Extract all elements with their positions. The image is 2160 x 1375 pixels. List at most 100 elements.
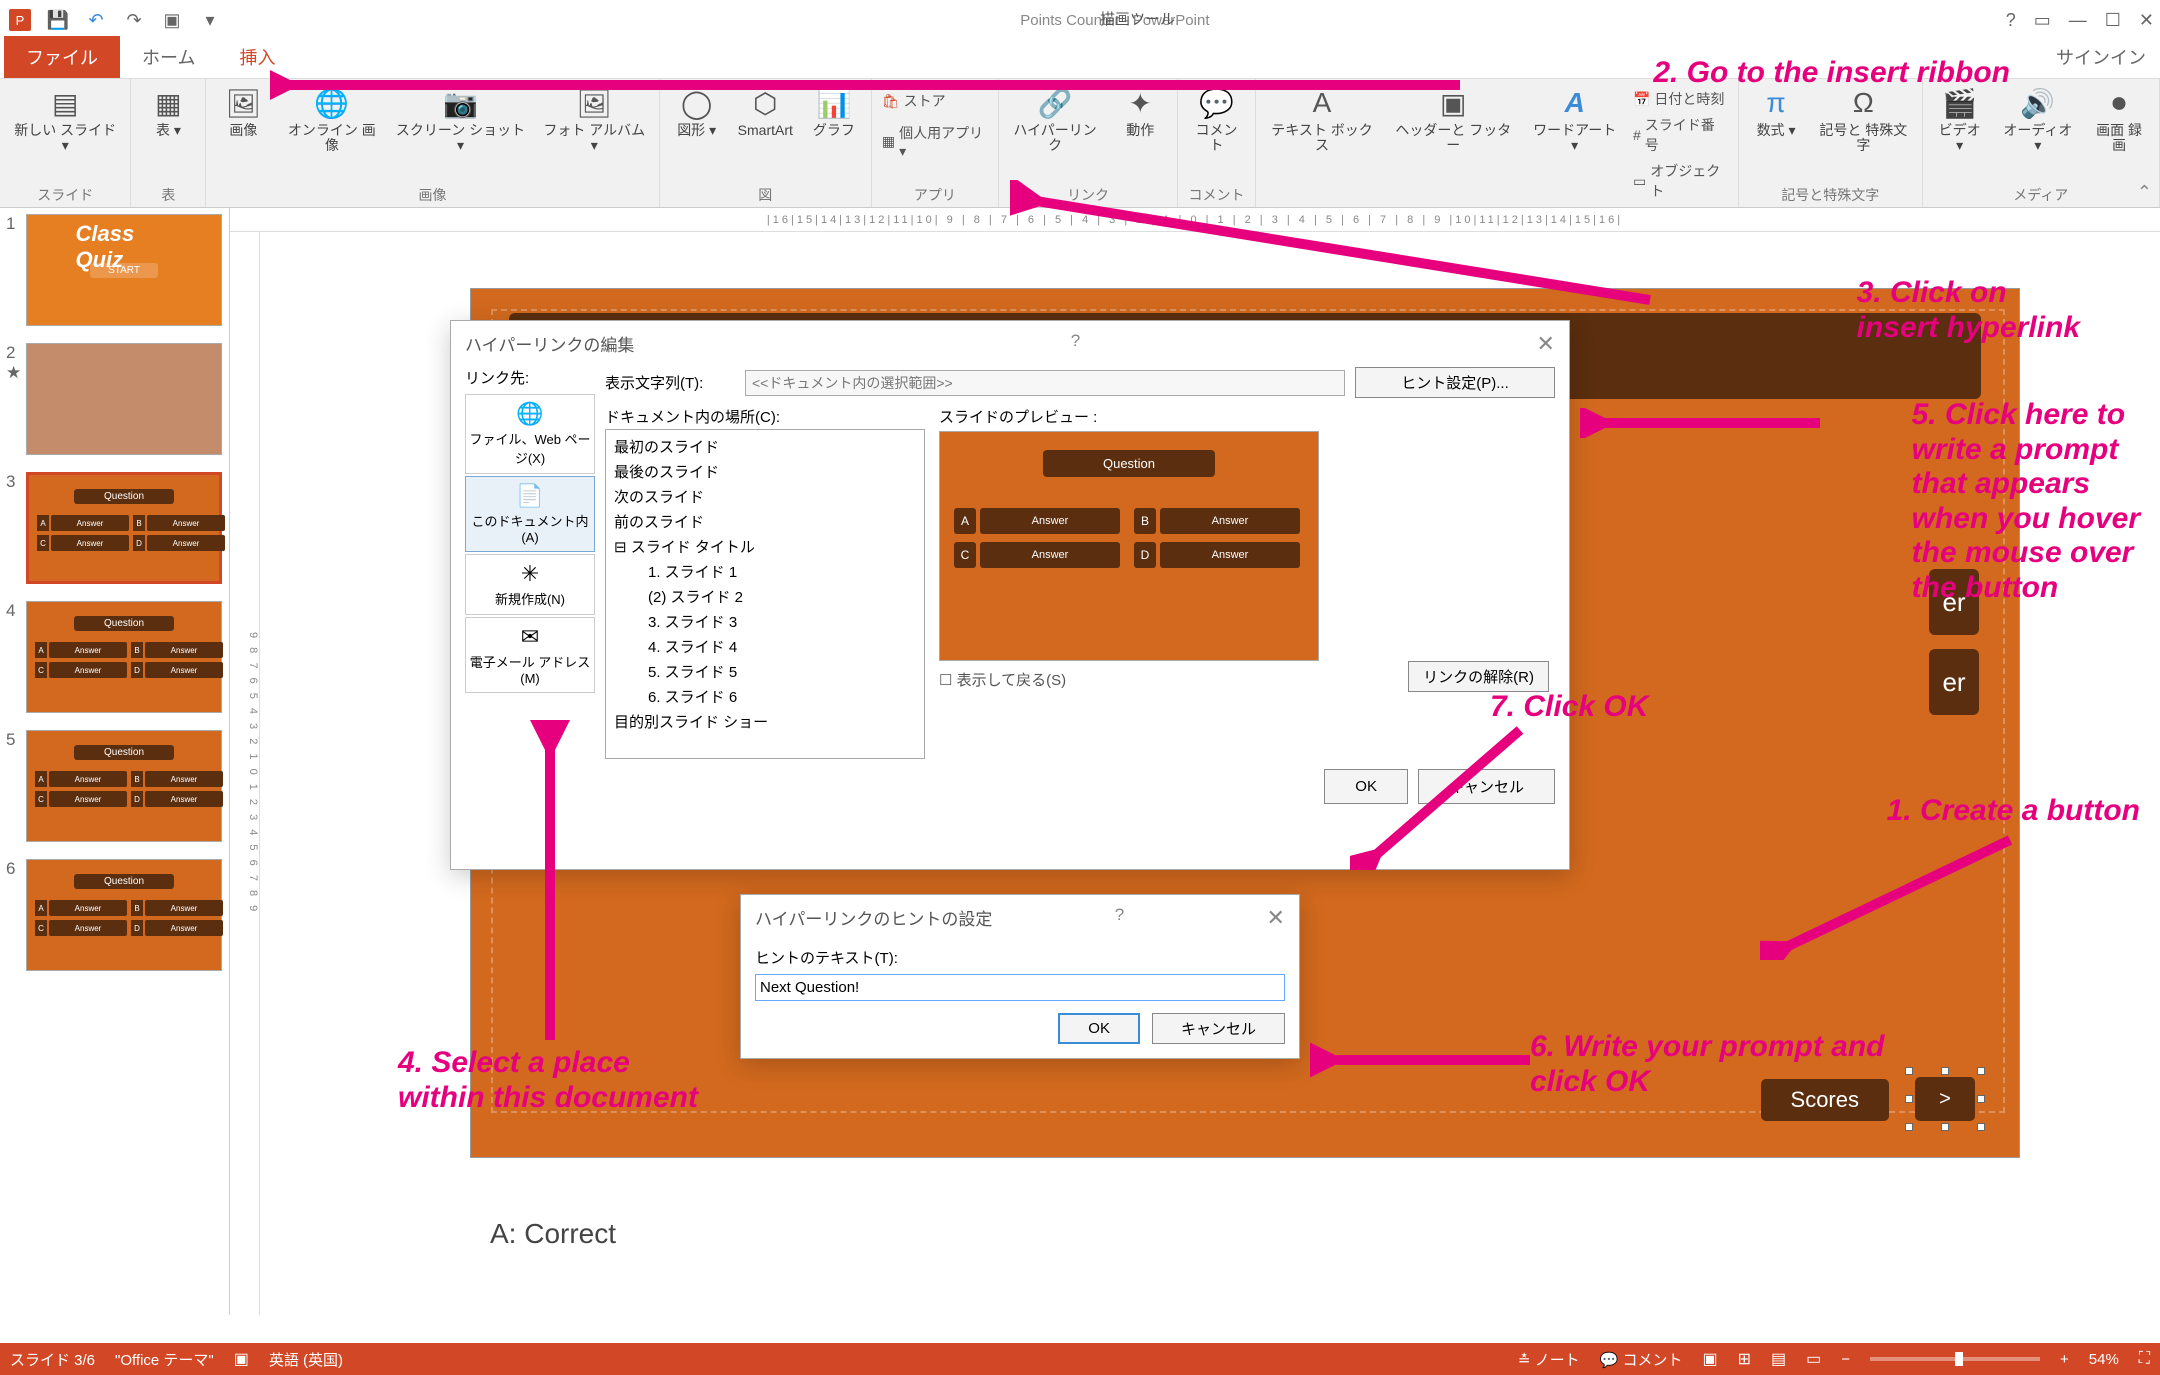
- group-symbols-label: 記号と特殊文字: [1781, 183, 1879, 205]
- status-theme: "Office テーマ": [115, 1349, 214, 1370]
- tab-insert[interactable]: 挿入: [217, 36, 297, 78]
- dlg1-help-icon[interactable]: ?: [1071, 331, 1080, 357]
- display-text-label: 表示文字列(T):: [605, 372, 735, 393]
- chart-button[interactable]: 📊グラフ: [805, 83, 863, 140]
- status-slide[interactable]: スライド 3/6: [10, 1349, 95, 1370]
- dlg1-title: ハイパーリンクの編集: [465, 331, 634, 357]
- symbol-button[interactable]: Ω記号と 特殊文字: [1813, 83, 1914, 156]
- location-list[interactable]: 最初のスライド 最後のスライド 次のスライド 前のスライド ⊟ スライド タイト…: [605, 429, 925, 759]
- image-button[interactable]: 🖼画像: [214, 83, 272, 140]
- hint-settings-button[interactable]: ヒント設定(P)...: [1355, 367, 1555, 398]
- status-lang[interactable]: 英語 (英国): [269, 1349, 343, 1370]
- video-button[interactable]: 🎬ビデオ ▾: [1931, 83, 1989, 156]
- thumb-2[interactable]: [26, 343, 222, 455]
- status-lang-icon[interactable]: ▣: [234, 1349, 249, 1369]
- ribbon-collapse-icon[interactable]: ⌃: [2137, 182, 2152, 203]
- ribbon-options-icon[interactable]: ▭: [2034, 10, 2051, 31]
- signin-link[interactable]: サインイン: [2042, 36, 2160, 78]
- datetime-button[interactable]: 📅日付と時刻: [1631, 87, 1730, 111]
- action-button[interactable]: ✦動作: [1111, 83, 1169, 140]
- dlg1-cancel-button[interactable]: キャンセル: [1418, 769, 1555, 804]
- thumb-4[interactable]: Question AAnswer BAnswer CAnswer DAnswer: [26, 601, 222, 713]
- linkto-web[interactable]: 🌐ファイル、Web ページ(X): [465, 394, 595, 474]
- tab-file[interactable]: ファイル: [4, 36, 120, 78]
- linkto-new[interactable]: ✳新規作成(N): [465, 554, 595, 615]
- table-button[interactable]: ▦表 ▾: [139, 83, 197, 140]
- scores-button[interactable]: Scores: [1761, 1079, 1889, 1121]
- hint-text-input[interactable]: [755, 974, 1285, 1001]
- display-text-input[interactable]: [745, 370, 1345, 396]
- preview-box: Question AAnswer BAnswer CAnswer DAnswer: [939, 431, 1319, 661]
- hyperlink-button[interactable]: 🔗ハイパーリンク: [1007, 83, 1103, 156]
- view-sorter-icon[interactable]: ⊞: [1738, 1349, 1751, 1369]
- store-button[interactable]: 🛍ストア: [880, 89, 990, 113]
- textbox-button[interactable]: Aテキスト ボックス: [1264, 83, 1380, 156]
- dlg2-close-icon[interactable]: ✕: [1267, 905, 1285, 931]
- view-normal-icon[interactable]: ▣: [1702, 1349, 1717, 1369]
- equation-button[interactable]: π数式 ▾: [1747, 83, 1805, 140]
- ribbon-insert: ▤新しい スライド ▾ スライド ▦表 ▾ 表 🖼画像 🌐オンライン 画像 📷ス…: [0, 78, 2160, 208]
- dlg1-ok-button[interactable]: OK: [1324, 769, 1408, 804]
- notes-text[interactable]: A: Correct: [490, 1218, 616, 1250]
- slide-thumbnails: 1Class QuizSTART 2★ 3 Question AAnswer B…: [0, 208, 230, 1315]
- headerfooter-button[interactable]: ▣ヘッダーと フッター: [1388, 83, 1518, 156]
- ruler-vertical: 9 8 7 6 5 4 3 2 1 0 1 2 3 4 5 6 7 8 9: [230, 232, 260, 1315]
- thumb-3[interactable]: Question AAnswer BAnswer CAnswer DAnswer: [26, 472, 222, 584]
- title-bar: P 💾 ↶ ↷ ▣ ▾ Points Counter - PowerPoint …: [0, 0, 2160, 40]
- close-icon[interactable]: ✕: [2139, 10, 2154, 31]
- dlg2-cancel-button[interactable]: キャンセル: [1152, 1013, 1285, 1044]
- slidenum-button[interactable]: #スライド番号: [1631, 113, 1730, 157]
- status-notes[interactable]: ≛ ノート: [1518, 1349, 1580, 1370]
- status-comments[interactable]: 💬 コメント: [1600, 1349, 1683, 1370]
- zoom-out[interactable]: −: [1841, 1351, 1850, 1368]
- screenrec-button[interactable]: ⏺画面 録画: [2087, 83, 2151, 156]
- dlg2-title: ハイパーリンクのヒントの設定: [755, 905, 992, 931]
- qat-more-icon[interactable]: ▾: [196, 6, 224, 34]
- object-button[interactable]: ▭オブジェクト: [1631, 159, 1730, 203]
- maximize-icon[interactable]: ☐: [2105, 10, 2121, 31]
- thumb-6[interactable]: Question AAnswer BAnswer CAnswer DAnswer: [26, 859, 222, 971]
- dlg2-ok-button[interactable]: OK: [1058, 1013, 1140, 1044]
- zoom-value[interactable]: 54%: [2089, 1351, 2119, 1368]
- group-comment-label: コメント: [1189, 183, 1245, 205]
- linkto-email[interactable]: ✉電子メール アドレス(M): [465, 617, 595, 693]
- slideshow-icon[interactable]: ▣: [158, 6, 186, 34]
- linkto-this-document[interactable]: 📄このドキュメント内 (A): [465, 476, 595, 552]
- tab-home[interactable]: ホーム: [120, 36, 217, 78]
- group-links-label: リンク: [1067, 183, 1109, 205]
- photo-album-button[interactable]: 🖼フォト アルバム ▾: [538, 83, 651, 156]
- undo-icon[interactable]: ↶: [82, 6, 110, 34]
- new-slide-button[interactable]: ▤新しい スライド ▾: [8, 83, 122, 156]
- save-icon[interactable]: 💾: [44, 6, 72, 34]
- group-media-label: メディア: [2013, 183, 2068, 205]
- view-slideshow-icon[interactable]: ▭: [1806, 1349, 1821, 1369]
- shapes-button[interactable]: ◯図形 ▾: [668, 83, 726, 140]
- wordart-button[interactable]: Aワードアート ▾: [1526, 83, 1623, 156]
- contextual-tab-label[interactable]: 描画ツール: [1100, 8, 1175, 29]
- myapps-button[interactable]: ▦個人用アプリ ▾: [880, 121, 990, 162]
- minimize-icon[interactable]: —: [2069, 10, 2087, 31]
- smartart-button[interactable]: ⬡SmartArt: [734, 83, 797, 140]
- zoom-slider[interactable]: [1870, 1357, 2040, 1361]
- status-bar: スライド 3/6 "Office テーマ" ▣ 英語 (英国) ≛ ノート 💬 …: [0, 1343, 2160, 1375]
- location-label: ドキュメント内の場所(C):: [605, 406, 925, 427]
- view-reading-icon[interactable]: ▤: [1771, 1349, 1786, 1369]
- online-image-button[interactable]: 🌐オンライン 画像: [280, 83, 383, 156]
- help-icon[interactable]: ?: [2006, 10, 2016, 31]
- comment-button[interactable]: 💬コメント: [1186, 83, 1247, 156]
- dlg2-help-icon[interactable]: ?: [1115, 905, 1124, 931]
- thumb-1[interactable]: Class QuizSTART: [26, 214, 222, 326]
- remove-link-button[interactable]: リンクの解除(R): [1408, 661, 1549, 692]
- redo-icon[interactable]: ↷: [120, 6, 148, 34]
- dlg1-close-icon[interactable]: ✕: [1537, 331, 1555, 357]
- linkto-label: リンク先:: [465, 367, 595, 388]
- screenshot-button[interactable]: 📷スクリーン ショット ▾: [391, 83, 529, 156]
- group-table-label: 表: [161, 183, 175, 205]
- fit-icon[interactable]: ⛶: [2139, 1350, 2150, 1368]
- selection-handles[interactable]: [1909, 1071, 1981, 1127]
- audio-button[interactable]: 🔊オーディオ ▾: [1997, 83, 2080, 156]
- zoom-in[interactable]: +: [2060, 1351, 2069, 1368]
- thumb-5[interactable]: Question AAnswer BAnswer CAnswer DAnswer: [26, 730, 222, 842]
- group-images-label: 画像: [419, 183, 447, 205]
- preview-label: スライドのプレビュー :: [939, 406, 1555, 427]
